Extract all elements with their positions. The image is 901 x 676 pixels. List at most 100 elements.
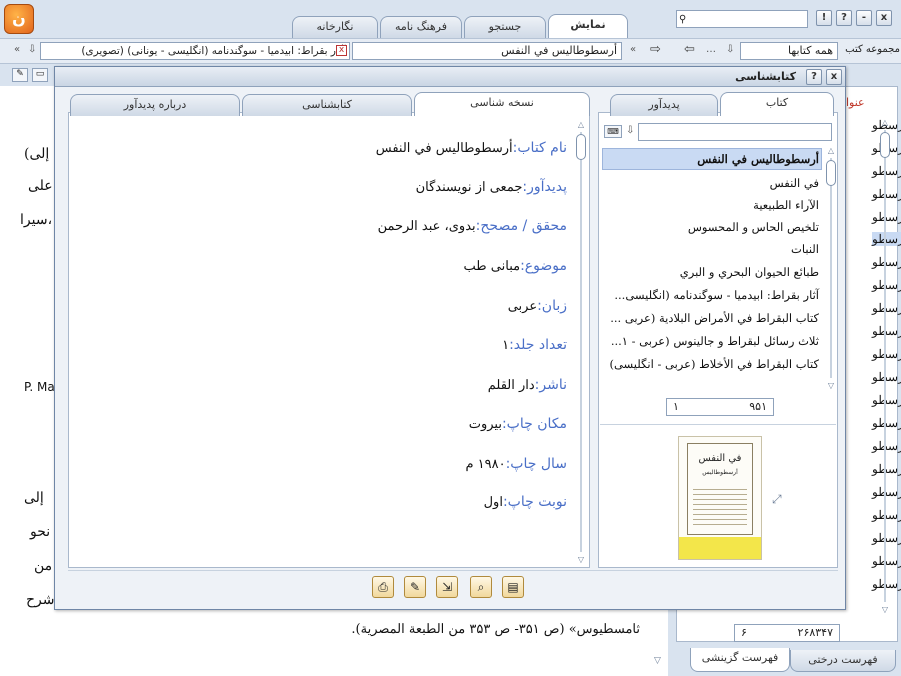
book-list-item[interactable]: كتاب البقراط في الأخلاط (عربى - انگليسى) bbox=[609, 357, 819, 371]
app-logo: ن bbox=[4, 4, 34, 34]
meta-row-publisher: ناشر:دار القلم bbox=[488, 377, 567, 393]
book-list-item[interactable]: آثار بقراط: ابيدميا - سوگندنامه (انگليسى… bbox=[614, 288, 819, 302]
right-panel-header: عنوا bbox=[846, 96, 865, 109]
cover-lines bbox=[693, 485, 747, 525]
meta-value: أرسطوطاليس في النفس bbox=[375, 141, 513, 156]
magnifier-icon: ⌕ bbox=[477, 580, 485, 594]
search-down-icon[interactable]: ⇩ bbox=[626, 125, 634, 136]
doc-line-6: من bbox=[34, 558, 53, 574]
book-list-item-selected[interactable]: أرسطوطاليس في النفس bbox=[697, 152, 819, 166]
cover-title: في النفس bbox=[698, 453, 742, 464]
meta-row-year: سال چاپ:۱۹۸۰ م bbox=[465, 456, 567, 472]
meta-label: سال چاپ: bbox=[505, 456, 567, 472]
tab-manuscript[interactable]: نسخه شناسی bbox=[414, 92, 590, 116]
search-button[interactable]: ⌕ bbox=[470, 576, 492, 598]
doc-tab-2[interactable]: آثار بقراط: ابيدميا - سوگندنامه (انگلیسی… bbox=[40, 42, 350, 60]
more-icon[interactable]: … bbox=[706, 44, 716, 55]
book-list-item[interactable]: الآراء الطبيعية bbox=[753, 198, 819, 212]
global-search-input[interactable]: ⚲ bbox=[676, 10, 808, 28]
left-pane-scrollbar[interactable]: △ ▽ bbox=[576, 120, 586, 564]
book-list-item[interactable]: كتاب البقراط في الأمراض البلادية (عربى .… bbox=[610, 311, 819, 325]
scroll-right-icon[interactable]: « bbox=[630, 44, 636, 55]
pane-divider bbox=[600, 424, 836, 425]
book-list-item[interactable]: تلخيص الحاس و المحسوس bbox=[688, 220, 819, 234]
doc-tab-1[interactable]: أرسطوطاليس في النفس bbox=[352, 42, 622, 60]
print-button[interactable]: ⎙ bbox=[372, 576, 394, 598]
doc-line-5: نحو bbox=[30, 524, 51, 540]
alert-button[interactable]: ! bbox=[816, 10, 832, 26]
keyboard-icon[interactable]: ⌨ bbox=[604, 125, 622, 138]
doc-scroll-down-icon[interactable]: ▽ bbox=[654, 656, 661, 666]
right-panel-scrollbar[interactable]: △ ▽ bbox=[880, 118, 890, 614]
close-doc-2-icon[interactable]: x bbox=[336, 45, 347, 56]
meta-value: ۱ bbox=[502, 338, 510, 353]
tab-author[interactable]: پدیدآور bbox=[610, 94, 718, 116]
meta-label: تعداد جلد: bbox=[509, 337, 567, 353]
tab-display[interactable]: نمایش bbox=[548, 14, 628, 38]
help-button[interactable]: ? bbox=[836, 10, 852, 26]
tab-bibliography[interactable]: کتابشناسی bbox=[242, 94, 412, 116]
note-button[interactable]: ▤ bbox=[502, 576, 524, 598]
window-icon[interactable]: ▭ bbox=[32, 68, 48, 82]
dialog-title: کتابشناسی bbox=[735, 70, 796, 83]
doc-line-3: سيرا، bbox=[20, 212, 53, 228]
book-list-item[interactable]: النبات bbox=[791, 242, 819, 256]
book-pager[interactable]: ۱ ۹۵۱ bbox=[666, 398, 774, 416]
collection-select[interactable]: همه کتابها bbox=[740, 42, 838, 60]
search-icon: ⚲ bbox=[679, 14, 687, 25]
tab-about-author[interactable]: درباره پدیدآور bbox=[70, 94, 240, 116]
book-list-scrollbar[interactable]: △ ▽ bbox=[826, 146, 836, 390]
meta-label: موضوع: bbox=[520, 258, 567, 274]
doc-tab-2-label: آثار بقراط: ابيدميا - سوگندنامه (انگلیسی… bbox=[81, 45, 345, 57]
meta-row-subject: موضوع:مبانی طب bbox=[464, 258, 567, 274]
tab-search[interactable]: جستجو bbox=[464, 16, 546, 38]
collection-label: مجموعه کتب bbox=[845, 44, 900, 55]
right-pager[interactable]: ۶ ۲۶۸۳۴۷ bbox=[734, 624, 840, 642]
meta-row-language: زبان:عربی bbox=[508, 298, 567, 314]
tab-tree-list[interactable]: فهرست درختی bbox=[790, 650, 896, 672]
down-arrow-icon[interactable]: ⇩ bbox=[28, 44, 36, 55]
meta-value: ۱۹۸۰ م bbox=[465, 457, 506, 472]
close-button[interactable]: x bbox=[876, 10, 892, 26]
tools-icon[interactable]: ✎ bbox=[12, 68, 28, 82]
meta-value: جمعی از نویسندگان bbox=[415, 180, 523, 195]
back-icon[interactable]: ⇦ bbox=[684, 42, 695, 57]
book-list-item[interactable]: في النفس bbox=[770, 176, 819, 190]
down-icon[interactable]: ⇩ bbox=[726, 44, 734, 55]
dialog-help-button[interactable]: ? bbox=[806, 69, 822, 85]
doc-line-4: إلى bbox=[24, 490, 44, 506]
meta-row-edition: نوبت چاپ:اول bbox=[484, 494, 567, 510]
book-cover[interactable]: في النفس أرسطوطاليس bbox=[678, 436, 762, 560]
meta-label: مکان چاپ: bbox=[501, 416, 567, 432]
printer-icon: ⎙ bbox=[378, 580, 388, 594]
edit-button[interactable]: ✎ bbox=[404, 576, 426, 598]
collection-value: همه کتابها bbox=[788, 44, 833, 57]
doc-line-7: شرح bbox=[26, 592, 55, 608]
book-list-item[interactable]: طبائع الحيوان البحري و البري bbox=[680, 265, 819, 279]
meta-value: مبانی طب bbox=[463, 259, 521, 274]
meta-label: پدیدآور: bbox=[522, 179, 567, 195]
meta-value: بدوی، عبد الرحمن bbox=[377, 219, 476, 234]
tab-select-list[interactable]: فهرست گزینشی bbox=[690, 648, 790, 672]
meta-row-volumes: تعداد جلد:۱ bbox=[502, 337, 567, 353]
meta-label: ناشر: bbox=[534, 377, 567, 393]
scroll-left-icon[interactable]: « bbox=[14, 44, 20, 55]
book-list-item[interactable]: ثلاث رسائل لبقراط و جالينوس (عربى - ١... bbox=[611, 334, 819, 348]
tab-gallery[interactable]: نگارخانه bbox=[292, 16, 378, 38]
dialog-close-button[interactable]: x bbox=[826, 69, 842, 85]
minimize-button[interactable]: - bbox=[856, 10, 872, 26]
forward-icon[interactable]: ⇨ bbox=[650, 42, 661, 57]
meta-label: نام کتاب: bbox=[512, 140, 567, 156]
export-button[interactable]: ⇲ bbox=[436, 576, 458, 598]
expand-icon[interactable]: ⤢ bbox=[772, 492, 782, 507]
doc-line-2: على bbox=[28, 178, 53, 194]
tab-book[interactable]: کتاب bbox=[720, 92, 834, 116]
doc-bottom-line: ثامسطيوس» (ص ۳۵۱- ص ۳۵۳ من الطبعة المصري… bbox=[351, 622, 640, 637]
meta-label: نوبت چاپ: bbox=[502, 494, 567, 510]
tab-dictionary[interactable]: فرهنگ نامه bbox=[380, 16, 462, 38]
book-search-input[interactable] bbox=[638, 123, 832, 141]
note-icon: ▤ bbox=[507, 580, 519, 594]
meta-row-author: پدیدآور:جمعی از نویسندگان bbox=[416, 179, 567, 195]
book-pager-current: ۱ bbox=[673, 400, 679, 413]
right-pager-total: ۲۶۸۳۴۷ bbox=[797, 626, 833, 639]
